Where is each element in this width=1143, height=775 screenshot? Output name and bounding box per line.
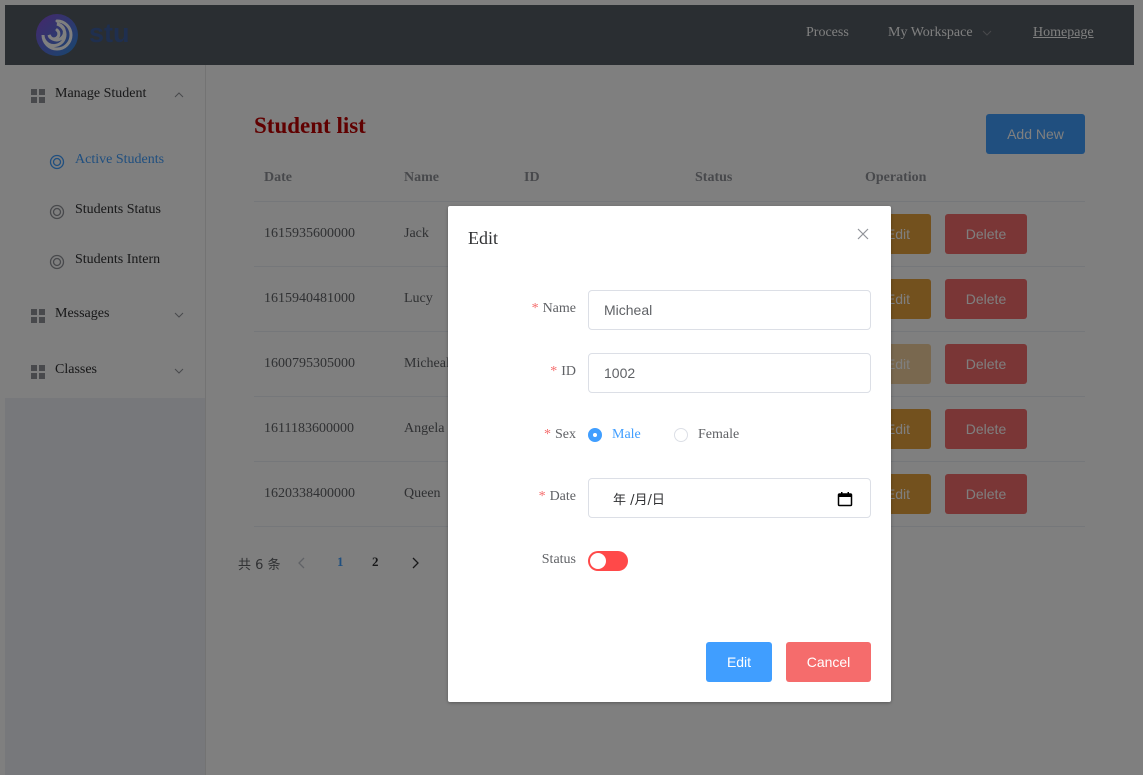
- date-label: * Date: [539, 489, 576, 505]
- sex-label-text: Sex: [555, 427, 576, 442]
- radio-female[interactable]: [674, 428, 688, 442]
- required-mark: *: [544, 427, 551, 442]
- status-toggle[interactable]: [588, 551, 628, 571]
- name-field[interactable]: Micheal: [588, 290, 871, 330]
- name-label: * Name: [532, 301, 576, 317]
- toggle-knob: [590, 553, 606, 569]
- date-field[interactable]: 年 /月/日: [588, 478, 871, 518]
- required-mark: *: [531, 301, 539, 316]
- date-placeholder: 年 /月/日: [613, 493, 665, 508]
- required-mark: *: [550, 364, 558, 379]
- status-label: Status: [541, 552, 576, 567]
- close-icon[interactable]: [857, 228, 869, 240]
- id-field[interactable]: 1002: [588, 353, 871, 393]
- dialog-title: Edit: [468, 228, 498, 248]
- radio-male[interactable]: [588, 428, 602, 442]
- dialog-cancel-button[interactable]: Cancel: [786, 642, 871, 682]
- edit-dialog: Edit * Name Micheal * ID 1002 * Sex Male Fe…: [448, 206, 891, 702]
- date-label-text: Date: [549, 489, 576, 504]
- id-label: * ID: [550, 364, 576, 380]
- dialog-edit-button[interactable]: Edit: [706, 642, 772, 682]
- name-label-text: Name: [542, 301, 576, 316]
- id-label-text: ID: [561, 364, 576, 379]
- required-mark: *: [538, 489, 546, 504]
- radio-female-label[interactable]: Female: [698, 427, 739, 443]
- radio-male-label[interactable]: Male: [612, 427, 641, 443]
- sex-label: * Sex: [544, 427, 576, 443]
- calendar-icon[interactable]: [837, 491, 853, 507]
